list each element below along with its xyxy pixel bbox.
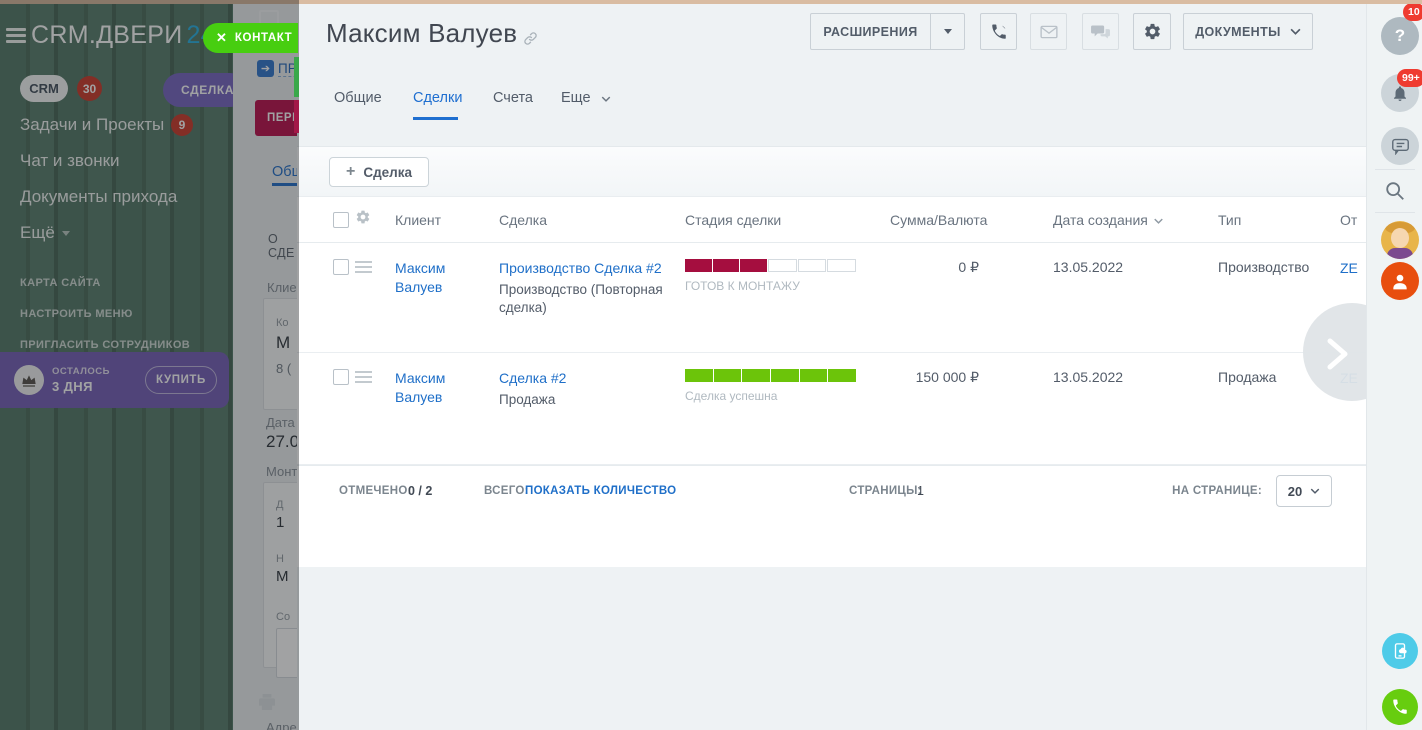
stacked-slider-tab-green[interactable] xyxy=(294,57,299,97)
client-link[interactable]: Максим Валуев xyxy=(395,369,499,407)
column-date[interactable]: Дата создания xyxy=(1023,211,1218,228)
guest-avatar-icon[interactable] xyxy=(1381,262,1419,300)
stage-progress-bar xyxy=(685,369,856,382)
helpdesk-chat-icon[interactable] xyxy=(1381,127,1419,165)
grid-header-row: Клиент Сделка Стадия сделки Сумма/Валюта… xyxy=(297,197,1366,243)
per-page-select[interactable]: 20 xyxy=(1276,475,1332,507)
extensions-label: РАСШИРЕНИЯ xyxy=(811,25,930,39)
caret-down-icon xyxy=(944,29,952,34)
per-page-label: НА СТРАНИЦЕ: xyxy=(1172,485,1262,497)
chevron-down-icon xyxy=(1310,488,1320,494)
add-deal-label: Сделка xyxy=(363,165,412,180)
deal-sum: 150 000 ₽ xyxy=(890,369,1023,386)
deal-link[interactable]: Производство Сделка #2 xyxy=(499,259,676,278)
row-checkbox[interactable] xyxy=(333,369,349,385)
page-title: Максим Валуев xyxy=(326,18,517,49)
copy-link-icon[interactable] xyxy=(523,31,538,51)
active-tab-underline xyxy=(413,117,458,120)
close-icon: ✕ xyxy=(216,30,227,46)
question-glyph: ? xyxy=(1395,26,1405,46)
column-client[interactable]: Клиент xyxy=(395,212,499,228)
phone-icon xyxy=(992,24,1006,38)
contact-slider-panel: Максим Валуев РАСШИРЕНИЯ ДОКУМЕНТЫ Общие… xyxy=(297,4,1366,730)
deal-funnel: Производство (Повторная сделка) xyxy=(499,281,685,316)
mobile-app-icon[interactable] xyxy=(1382,633,1418,669)
select-all-checkbox[interactable] xyxy=(333,212,349,228)
app-root: CRM.ДВЕРИ24 CRM 30 СДЕЛКА Задачи и Проек… xyxy=(0,0,1422,730)
drag-handle-icon[interactable] xyxy=(355,261,372,276)
grid-settings-icon[interactable] xyxy=(355,209,395,230)
total-label: ВСЕГО: xyxy=(484,485,529,497)
row-checkbox[interactable] xyxy=(333,259,349,275)
gear-icon xyxy=(1145,24,1160,39)
pages-value: 1 xyxy=(917,484,924,498)
stacked-slider-tab-red[interactable] xyxy=(294,100,299,133)
grid-toolbar: + Сделка xyxy=(297,147,1366,197)
chevron-right-icon xyxy=(1325,337,1351,371)
grid-footer: ОТМЕЧЕНО: 0 / 2 ВСЕГО: ПОКАЗАТЬ КОЛИЧЕСТ… xyxy=(297,465,1366,515)
deal-date: 13.05.2022 xyxy=(1023,259,1218,275)
plus-icon: + xyxy=(346,163,355,181)
tab-general[interactable]: Общие xyxy=(334,90,382,106)
deal-date: 13.05.2022 xyxy=(1023,369,1218,385)
settings-button[interactable] xyxy=(1133,13,1171,50)
extensions-dropdown[interactable] xyxy=(930,14,964,49)
rail-divider xyxy=(1375,212,1415,213)
tab-invoices[interactable]: Счета xyxy=(493,90,533,106)
chat-button[interactable] xyxy=(1082,13,1119,50)
per-page-value: 20 xyxy=(1288,484,1302,499)
documents-label: ДОКУМЕНТЫ xyxy=(1195,25,1281,39)
stage-progress-bar xyxy=(685,259,856,272)
chevron-down-icon xyxy=(601,96,611,102)
client-link[interactable]: Максим Валуев xyxy=(395,259,499,297)
column-type[interactable]: Тип xyxy=(1218,212,1340,228)
column-deal[interactable]: Сделка xyxy=(499,212,685,228)
search-icon[interactable] xyxy=(1384,180,1406,207)
stage-label: Сделка успешна xyxy=(685,389,890,403)
close-contact-button[interactable]: ✕ КОНТАКТ xyxy=(203,23,298,53)
column-date-label: Дата создания xyxy=(1053,212,1148,228)
responsible-link[interactable]: ZE xyxy=(1340,259,1366,278)
add-deal-button[interactable]: + Сделка xyxy=(329,157,429,187)
drag-handle-icon[interactable] xyxy=(355,371,372,386)
sort-caret-icon xyxy=(1154,211,1163,227)
checked-label: ОТМЕЧЕНО: xyxy=(339,485,412,497)
close-label: КОНТАКТ xyxy=(235,32,292,44)
column-sum[interactable]: Сумма/Валюта xyxy=(890,212,1023,228)
table-row: Максим Валуев Производство Сделка #2 Про… xyxy=(297,243,1366,353)
user-avatar[interactable] xyxy=(1381,221,1419,259)
tab-deals[interactable]: Сделки xyxy=(413,90,462,106)
pages-label: СТРАНИЦЫ: xyxy=(849,485,922,497)
tab-more-label: Еще xyxy=(561,90,591,106)
checked-value: 0 / 2 xyxy=(408,484,432,498)
column-responsible[interactable]: От xyxy=(1340,212,1366,228)
chevron-down-icon xyxy=(1290,28,1301,35)
deal-link[interactable]: Сделка #2 xyxy=(499,369,580,388)
table-row: Максим Валуев Сделка #2 Продажа Сделка у… xyxy=(297,353,1366,465)
call-button[interactable] xyxy=(980,13,1017,50)
help-icon[interactable]: ? xyxy=(1381,17,1419,55)
deal-funnel: Продажа xyxy=(499,391,685,409)
extensions-button[interactable]: РАСШИРЕНИЯ xyxy=(810,13,965,50)
stage-label: ГОТОВ К МОНТАЖУ xyxy=(685,279,890,293)
documents-button[interactable]: ДОКУМЕНТЫ xyxy=(1183,13,1313,50)
slider-dim-overlay[interactable] xyxy=(0,0,299,730)
help-badge: 10 xyxy=(1403,3,1422,21)
deals-grid: + Сделка Клиент Сделка Стадия сделки Сум… xyxy=(297,146,1366,567)
rail-divider xyxy=(1375,169,1415,170)
right-toolbar-rail: ? 10 99+ xyxy=(1366,3,1422,730)
tab-more[interactable]: Еще xyxy=(561,90,611,106)
telephony-icon[interactable] xyxy=(1382,689,1418,725)
column-stage[interactable]: Стадия сделки xyxy=(685,212,890,228)
deal-sum: 0 ₽ xyxy=(890,259,1023,276)
deal-type: Производство xyxy=(1218,259,1340,275)
email-button[interactable] xyxy=(1030,13,1067,50)
show-count-link[interactable]: ПОКАЗАТЬ КОЛИЧЕСТВО xyxy=(525,485,676,497)
notifications-badge: 99+ xyxy=(1397,69,1422,87)
